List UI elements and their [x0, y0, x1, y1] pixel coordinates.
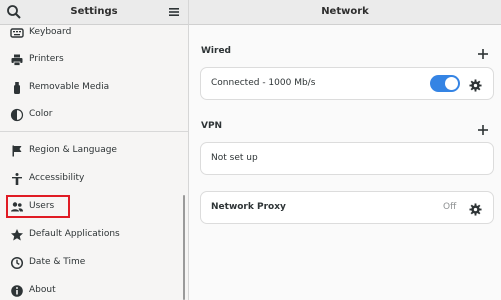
- sidebar-item-label: Color: [29, 109, 53, 119]
- users-highlight-box: [6, 195, 70, 218]
- add-vpn-button[interactable]: [477, 121, 489, 135]
- toggle-knob: [445, 77, 458, 90]
- sidebar-separator: [0, 131, 188, 132]
- sidebar-item-label: Date & Time: [29, 257, 86, 267]
- keyboard-icon: [10, 25, 24, 39]
- sidebar-item-date-time[interactable]: Date & Time: [0, 250, 184, 274]
- sidebar-item-label: Region & Language: [29, 145, 117, 155]
- wired-connection-row: Connected - 1000 Mb/s: [200, 67, 494, 100]
- sidebar-item-label: Keyboard: [29, 27, 72, 37]
- accessibility-icon: [10, 171, 24, 185]
- info-icon: [10, 283, 24, 297]
- printer-icon: [10, 52, 24, 66]
- main-header: Network: [189, 0, 501, 25]
- star-icon: [10, 227, 24, 241]
- sidebar-item-keyboard[interactable]: Keyboard: [0, 25, 184, 44]
- sidebar-item-label: Accessibility: [29, 173, 85, 183]
- network-proxy-row[interactable]: Network Proxy Off: [200, 191, 494, 224]
- sidebar-item-about[interactable]: About: [0, 278, 184, 300]
- add-wired-connection-button[interactable]: [477, 45, 489, 59]
- sidebar: Keyboard Printers Removable Media Color …: [0, 25, 189, 300]
- sidebar-item-accessibility[interactable]: Accessibility: [0, 166, 184, 190]
- network-proxy-status: Off: [443, 202, 457, 212]
- sidebar-item-region-language[interactable]: Region & Language: [0, 138, 184, 162]
- vpn-status: Not set up: [211, 153, 258, 163]
- gear-icon[interactable]: [469, 201, 482, 216]
- flag-icon: [10, 143, 24, 157]
- color-icon: [10, 107, 24, 122]
- clock-icon: [10, 255, 24, 270]
- sidebar-item-default-applications[interactable]: Default Applications: [0, 222, 184, 246]
- usb-drive-icon: [10, 80, 24, 94]
- wired-toggle-switch[interactable]: [430, 75, 460, 92]
- network-proxy-label: Network Proxy: [211, 202, 286, 212]
- network-panel: Wired Connected - 1000 Mb/s VPN Not set …: [189, 25, 501, 300]
- wired-connection-status: Connected - 1000 Mb/s: [211, 78, 316, 88]
- sidebar-item-removable-media[interactable]: Removable Media: [0, 75, 184, 99]
- sidebar-item-label: Printers: [29, 54, 64, 64]
- sidebar-item-label: Removable Media: [29, 82, 110, 92]
- sidebar-item-label: Default Applications: [29, 229, 120, 239]
- sidebar-item-printers[interactable]: Printers: [0, 47, 184, 71]
- sidebar-item-color[interactable]: Color: [0, 102, 184, 126]
- vpn-row: Not set up: [200, 142, 494, 175]
- gear-icon[interactable]: [469, 77, 482, 92]
- sidebar-scrollbar[interactable]: [183, 195, 185, 300]
- vpn-section-title: VPN: [201, 121, 223, 131]
- wired-section-title: Wired: [201, 46, 231, 56]
- sidebar-title: Settings: [70, 6, 118, 17]
- menu-icon[interactable]: [166, 4, 182, 20]
- sidebar-item-label: About: [29, 285, 56, 295]
- sidebar-header: Settings: [0, 0, 189, 25]
- page-title: Network: [321, 6, 369, 17]
